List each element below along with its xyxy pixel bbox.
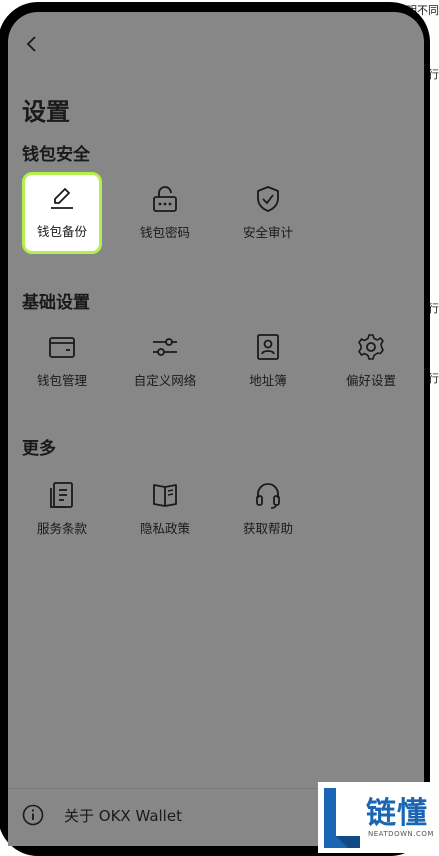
- sliders-icon: [153, 338, 177, 356]
- watermark-l-mark-icon: [324, 788, 360, 848]
- terms-of-service-label: 服务条款: [36, 521, 87, 536]
- wallet-icon: [49, 337, 75, 358]
- phone-frame: 设置 钱包安全 钱包备份 钱包密码 安全审计 基础设置 钱包管理 自定义网络 地…: [0, 2, 430, 856]
- watermark-title: 链懂: [366, 796, 428, 831]
- wallet-backup-button[interactable]: 钱包备份: [22, 172, 102, 254]
- section-title-wallet-security: 钱包安全: [22, 145, 90, 165]
- security-audit-label: 安全审计: [242, 225, 293, 240]
- about-okx-wallet-label: 关于 OKX Wallet: [64, 806, 182, 825]
- wallet-password-button[interactable]: 钱包密码: [125, 174, 205, 254]
- watermark-subtitle: NEATDOWN.COM: [368, 830, 434, 838]
- preferences-button[interactable]: 偏好设置: [331, 322, 411, 402]
- preferences-label: 偏好设置: [345, 373, 396, 388]
- pen-icon: [51, 188, 73, 209]
- wallet-management-button[interactable]: 钱包管理: [22, 322, 102, 402]
- custom-network-button[interactable]: 自定义网络: [125, 322, 205, 402]
- back-arrow-icon[interactable]: [22, 34, 42, 54]
- custom-network-label: 自定义网络: [133, 373, 197, 388]
- privacy-book-icon: [153, 484, 177, 507]
- basic-settings-row: 钱包管理 自定义网络 地址簿 偏好设置: [22, 322, 422, 406]
- terms-of-service-button[interactable]: 服务条款: [22, 470, 102, 550]
- get-help-button[interactable]: 获取帮助: [228, 470, 308, 550]
- settings-screen: 设置 钱包安全 钱包备份 钱包密码 安全审计 基础设置 钱包管理 自定义网络 地…: [8, 12, 424, 846]
- page-title: 设置: [22, 98, 70, 126]
- about-okx-wallet-item[interactable]: 关于 OKX Wallet: [22, 800, 182, 830]
- wallet-password-label: 钱包密码: [139, 225, 190, 240]
- shield-check-icon: [257, 186, 279, 212]
- address-book-label: 地址簿: [249, 373, 287, 388]
- wallet-backup-label: 钱包备份: [36, 224, 87, 239]
- gear-icon: [358, 334, 384, 360]
- lock-password-icon: [153, 186, 177, 212]
- section-title-basic-settings: 基础设置: [22, 293, 90, 313]
- address-book-icon: [257, 334, 279, 360]
- watermark-logo: 链懂 NEATDOWN.COM: [318, 782, 439, 853]
- section-title-more: 更多: [22, 439, 56, 459]
- more-row: 服务条款 隐私政策 获取帮助: [22, 470, 422, 554]
- wallet-security-row: 钱包备份 钱包密码 安全审计: [22, 172, 422, 258]
- terms-document-icon: [50, 482, 73, 508]
- headset-icon: [256, 483, 280, 509]
- address-book-button[interactable]: 地址簿: [228, 322, 308, 402]
- privacy-policy-button[interactable]: 隐私政策: [125, 470, 205, 550]
- wallet-management-label: 钱包管理: [36, 373, 87, 388]
- security-audit-button[interactable]: 安全审计: [228, 174, 308, 254]
- privacy-policy-label: 隐私政策: [139, 521, 190, 536]
- info-icon: [22, 804, 44, 826]
- get-help-label: 获取帮助: [242, 521, 293, 536]
